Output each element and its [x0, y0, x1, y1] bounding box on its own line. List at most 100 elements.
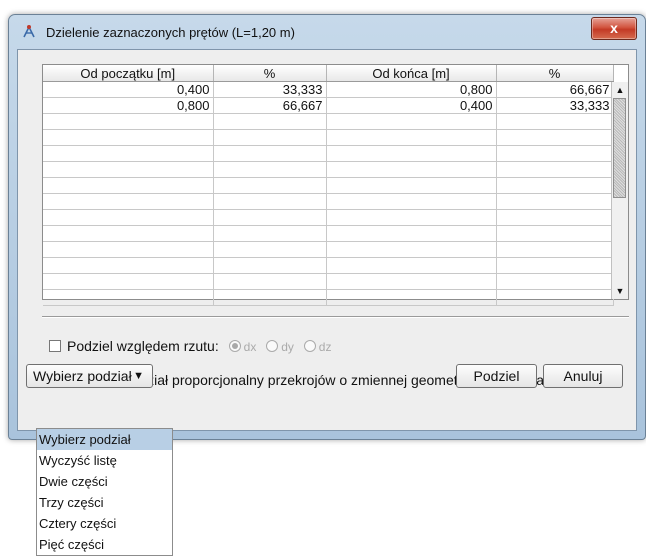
table-cell[interactable]	[496, 273, 614, 290]
table-row[interactable]	[43, 193, 614, 210]
table-cell[interactable]	[496, 193, 614, 210]
table-cell[interactable]	[213, 129, 327, 146]
split-by-projection-checkbox[interactable]	[49, 340, 61, 352]
table-cell[interactable]: 66,667	[496, 81, 614, 98]
table-cell[interactable]	[213, 177, 327, 194]
radio-dz[interactable]	[303, 340, 316, 352]
table-row[interactable]	[43, 129, 614, 146]
table-cell[interactable]	[496, 289, 614, 306]
radio-dx-label: dx	[243, 340, 257, 354]
table-cell[interactable]	[326, 273, 497, 290]
table-cell[interactable]	[326, 161, 497, 178]
dropdown-menu-item[interactable]: Cztery części	[37, 513, 172, 534]
table-cell[interactable]	[213, 193, 327, 210]
table-cell[interactable]	[326, 177, 497, 194]
division-dropdown-menu: Wybierz podział Wyczyść listę Dwie części T…	[36, 428, 173, 556]
table-row[interactable]	[43, 289, 614, 306]
table-row[interactable]	[43, 161, 614, 178]
table-row[interactable]	[43, 257, 614, 274]
table-cell[interactable]	[213, 289, 327, 306]
table-cell[interactable]	[43, 113, 214, 130]
table-cell[interactable]	[326, 193, 497, 210]
chevron-down-icon: ▼	[133, 370, 144, 382]
table-cell[interactable]	[213, 257, 327, 274]
table-cell[interactable]	[326, 145, 497, 162]
dropdown-menu-item[interactable]: Dwie części	[37, 471, 172, 492]
scroll-up-icon[interactable]: ▲	[612, 82, 628, 98]
table-cell[interactable]	[326, 225, 497, 242]
table-cell[interactable]	[43, 257, 214, 274]
table-row[interactable]: 0,400 33,333 0,800 66,667	[43, 81, 614, 98]
table-cell[interactable]	[213, 161, 327, 178]
table-row[interactable]	[43, 273, 614, 290]
dropdown-menu-item[interactable]: Wyczyść listę	[37, 450, 172, 471]
table-cell[interactable]: 0,400	[43, 81, 214, 98]
table-cell[interactable]	[326, 129, 497, 146]
dropdown-menu-item[interactable]: Trzy części	[37, 492, 172, 513]
select-division-dropdown[interactable]: Wybierz podział ▼	[26, 364, 153, 388]
table-cell[interactable]	[496, 113, 614, 130]
table-cell[interactable]	[43, 289, 214, 306]
table-cell[interactable]	[496, 145, 614, 162]
radio-dx[interactable]	[228, 340, 241, 352]
title-bar[interactable]: Dzielenie zaznaczonych prętów (L=1,20 m)…	[9, 15, 645, 49]
dropdown-menu-item[interactable]: Pięć części	[37, 534, 172, 555]
table-cell[interactable]	[43, 161, 214, 178]
table-cell[interactable]	[213, 145, 327, 162]
table-cell[interactable]	[496, 241, 614, 258]
table-cell[interactable]	[43, 209, 214, 226]
table-cell[interactable]	[496, 225, 614, 242]
table-cell[interactable]	[213, 209, 327, 226]
table-row[interactable]	[43, 177, 614, 194]
division-table[interactable]: Od początku [m] % Od końca [m] % 0,400 33…	[42, 64, 629, 306]
table-cell[interactable]	[213, 225, 327, 242]
table-cell[interactable]: 0,800	[43, 97, 214, 114]
table-cell[interactable]	[213, 273, 327, 290]
table-cell[interactable]	[43, 177, 214, 194]
window-title: Dzielenie zaznaczonych prętów (L=1,20 m)	[46, 25, 295, 40]
cancel-button[interactable]: Anuluj	[543, 364, 623, 388]
radio-dy[interactable]	[266, 340, 279, 352]
table-cell[interactable]: 0,400	[326, 97, 497, 114]
close-button[interactable]: x	[591, 17, 637, 40]
table-cell[interactable]	[326, 241, 497, 258]
table-cell[interactable]: 0,800	[326, 81, 497, 98]
table-cell[interactable]	[326, 257, 497, 274]
col-header-percent-end[interactable]: %	[496, 65, 614, 82]
table-cell[interactable]	[496, 257, 614, 274]
table-cell[interactable]	[496, 129, 614, 146]
table-vertical-scrollbar[interactable]: ▲ ▼	[611, 82, 628, 299]
table-cell[interactable]	[496, 177, 614, 194]
table-cell[interactable]	[326, 113, 497, 130]
table-cell[interactable]	[43, 273, 214, 290]
table-cell[interactable]	[43, 145, 214, 162]
scroll-down-icon[interactable]: ▼	[612, 283, 628, 299]
close-icon: x	[610, 20, 618, 36]
table-cell[interactable]	[43, 193, 214, 210]
table-cell[interactable]	[213, 241, 327, 258]
table-cell[interactable]	[496, 209, 614, 226]
col-header-from-end[interactable]: Od końca [m]	[326, 65, 497, 82]
table-cell[interactable]: 33,333	[496, 97, 614, 114]
table-cell[interactable]	[43, 129, 214, 146]
col-header-from-start[interactable]: Od początku [m]	[43, 65, 214, 82]
table-header-row: Od początku [m] % Od końca [m] %	[43, 65, 614, 82]
col-header-percent-start[interactable]: %	[213, 65, 327, 82]
table-cell[interactable]: 33,333	[213, 81, 327, 98]
split-button[interactable]: Podziel	[456, 364, 537, 388]
table-row[interactable]: 0,800 66,667 0,400 33,333	[43, 97, 614, 114]
table-cell[interactable]	[326, 209, 497, 226]
table-cell[interactable]: 66,667	[213, 97, 327, 114]
scroll-thumb[interactable]	[613, 98, 626, 198]
table-cell[interactable]	[496, 161, 614, 178]
table-row[interactable]	[43, 241, 614, 258]
table-row[interactable]	[43, 145, 614, 162]
table-cell[interactable]	[43, 241, 214, 258]
dropdown-menu-item[interactable]: Wybierz podział	[37, 429, 172, 450]
table-row[interactable]	[43, 225, 614, 242]
table-cell[interactable]	[213, 113, 327, 130]
table-row[interactable]	[43, 113, 614, 130]
table-cell[interactable]	[43, 225, 214, 242]
table-cell[interactable]	[326, 289, 497, 306]
table-row[interactable]	[43, 209, 614, 226]
